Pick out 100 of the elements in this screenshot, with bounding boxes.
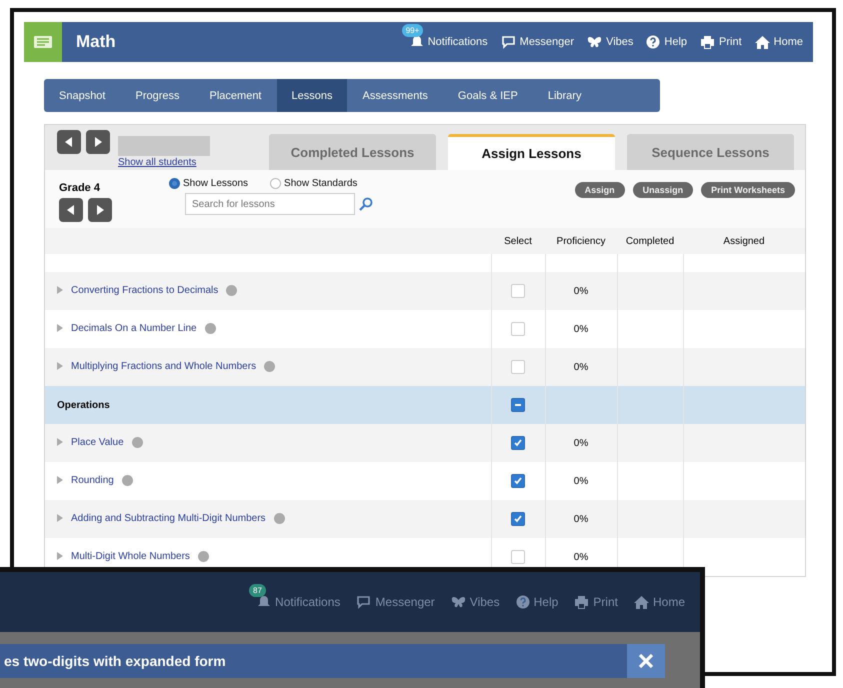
header-link[interactable]: Help	[646, 35, 688, 49]
previous-student-button[interactable]	[57, 130, 81, 154]
nav-tab[interactable]: Snapshot	[44, 79, 120, 112]
notification-badge: 99+	[402, 24, 424, 37]
info-icon[interactable]	[132, 437, 143, 448]
home-icon	[634, 596, 649, 608]
check-icon	[513, 438, 523, 448]
proficiency-value: 0%	[574, 514, 588, 524]
lesson-tab[interactable]: Completed Lessons	[269, 134, 436, 170]
next-grade-button[interactable]	[88, 198, 112, 222]
group-title: Operations	[57, 400, 110, 410]
printer-icon	[700, 36, 716, 48]
column-header: Completed	[617, 228, 683, 254]
check-icon	[513, 514, 523, 524]
show-all-students-link[interactable]: Show all students	[118, 157, 210, 168]
proficiency-value: 0%	[574, 362, 588, 372]
right-arrow-icon	[94, 137, 102, 147]
radio-button[interactable]	[270, 178, 282, 189]
expand-arrow-icon[interactable]	[57, 552, 63, 560]
app-title: Math	[76, 32, 117, 52]
previous-grade-button[interactable]	[59, 198, 83, 222]
expand-arrow-icon[interactable]	[57, 514, 63, 522]
proficiency-value: 0%	[574, 552, 588, 562]
search-field[interactable]: Search for lessons	[185, 193, 355, 215]
dialog-title: es two-digits with expanded form	[3, 653, 226, 669]
column-header: Select	[491, 228, 545, 254]
nav-tab[interactable]: Assessments	[347, 79, 443, 112]
radio-button[interactable]	[169, 178, 180, 189]
notification-badge: 87	[249, 584, 266, 597]
header-link[interactable]: Print	[700, 36, 742, 48]
bell-icon	[410, 35, 424, 49]
search-icon[interactable]	[359, 197, 373, 211]
checkbox[interactable]	[511, 474, 525, 488]
info-icon[interactable]	[122, 475, 133, 486]
help-icon	[516, 595, 530, 609]
expand-arrow-icon[interactable]	[57, 324, 63, 332]
view-option-radio[interactable]: Show Standards	[270, 178, 358, 189]
header-link[interactable]: Vibes	[450, 595, 500, 609]
proficiency-value: 0%	[574, 476, 588, 486]
printer-icon	[574, 596, 590, 608]
header-link[interactable]: Vibes	[587, 36, 634, 48]
checkbox[interactable]	[511, 398, 525, 412]
expand-arrow-icon[interactable]	[57, 438, 63, 446]
left-arrow-icon	[67, 205, 75, 215]
expand-arrow-icon[interactable]	[57, 362, 63, 370]
expand-arrow-icon[interactable]	[57, 476, 63, 484]
lesson-link[interactable]: Place Value	[71, 438, 124, 449]
header-link[interactable]: Home	[754, 36, 803, 48]
checkbox[interactable]	[511, 512, 525, 526]
checkbox[interactable]	[511, 436, 525, 450]
proficiency-value: 0%	[574, 324, 588, 334]
header-link[interactable]: Notifications 87	[249, 584, 340, 609]
butterfly-icon	[587, 36, 602, 48]
lesson-link[interactable]: Multiplying Fractions and Whole Numbers	[71, 362, 256, 373]
action-button[interactable]: Print Worksheets	[701, 182, 795, 198]
proficiency-value: 0%	[574, 286, 588, 296]
info-icon[interactable]	[274, 513, 285, 524]
info-icon[interactable]	[226, 285, 238, 296]
column-header: Assigned	[683, 228, 805, 254]
app-logo	[24, 22, 62, 62]
check-icon	[513, 476, 523, 486]
info-icon[interactable]	[198, 551, 209, 562]
header-link[interactable]: Home	[634, 595, 685, 609]
header-link[interactable]: Messenger	[356, 595, 435, 609]
butterfly-icon	[450, 596, 466, 608]
view-option-radio[interactable]: Show Lessons	[169, 178, 248, 189]
help-icon	[646, 35, 660, 49]
info-icon[interactable]	[204, 323, 216, 334]
nav-tab[interactable]: Library	[532, 79, 596, 112]
grade-label: Grade 4	[59, 182, 101, 194]
lesson-tab[interactable]: Sequence Lessons	[627, 134, 794, 170]
header-link[interactable]: Messenger	[500, 35, 574, 49]
lesson-link[interactable]: Converting Fractions to Decimals	[71, 286, 218, 297]
lesson-link[interactable]: Multi-Digit Whole Numbers	[71, 552, 190, 563]
nav-tab[interactable]: Lessons	[276, 79, 348, 112]
chat-bubble-icon	[500, 35, 516, 49]
close-button[interactable]	[627, 644, 665, 678]
nav-tab[interactable]: Goals & IEP	[442, 79, 533, 112]
lesson-link[interactable]: Rounding	[71, 476, 114, 487]
column-header: Proficiency	[545, 228, 617, 254]
header-link[interactable]: Help	[516, 595, 558, 609]
info-icon[interactable]	[264, 361, 276, 372]
close-icon	[638, 653, 654, 669]
lesson-link[interactable]: Decimals On a Number Line	[71, 324, 197, 335]
lesson-tab[interactable]: Assign Lessons	[448, 134, 615, 170]
action-button[interactable]: Unassign	[632, 182, 694, 198]
nav-tab[interactable]: Placement	[194, 79, 276, 112]
right-arrow-icon	[96, 205, 104, 215]
header-link[interactable]: Print	[574, 595, 618, 609]
nav-tab[interactable]: Progress	[120, 79, 195, 112]
header-link[interactable]: Notifications 99+	[402, 24, 488, 49]
lesson-link[interactable]: Adding and Subtracting Multi-Digit Numbers	[71, 514, 266, 525]
home-icon	[754, 36, 770, 48]
action-button[interactable]: Assign	[574, 182, 625, 198]
chat-bubble-icon	[356, 595, 372, 609]
bell-icon	[257, 595, 272, 609]
left-arrow-icon	[65, 137, 73, 147]
expand-arrow-icon[interactable]	[57, 286, 63, 294]
next-student-button[interactable]	[86, 130, 110, 154]
proficiency-value: 0%	[574, 438, 588, 448]
